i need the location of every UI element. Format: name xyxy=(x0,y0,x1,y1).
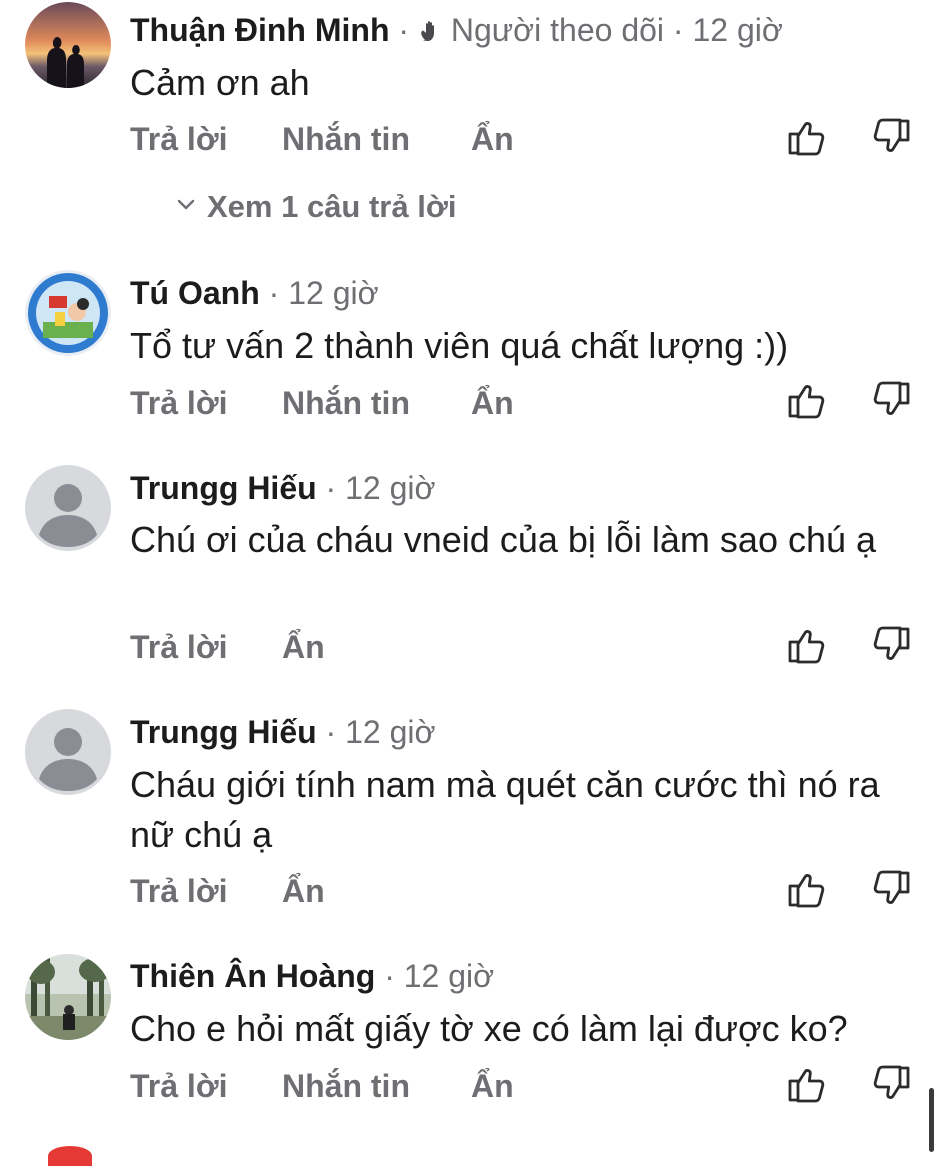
avatar[interactable] xyxy=(25,465,111,551)
wave-hand-icon xyxy=(421,21,434,41)
comment-time: · 12 giờ xyxy=(325,714,436,750)
reply-button[interactable]: Trả lời xyxy=(130,119,227,159)
message-button[interactable]: Nhắn tin xyxy=(282,383,410,423)
comment-time: · 12 giờ xyxy=(384,958,495,994)
hide-button[interactable]: Ẩn xyxy=(282,627,325,667)
comment-text: Chú ơi của cháu vneid của bị lỗi làm sao… xyxy=(130,519,877,560)
avatar[interactable] xyxy=(25,954,111,1040)
comment-time: · 12 giờ xyxy=(672,12,783,48)
thumbs-down-icon[interactable] xyxy=(872,1064,912,1104)
hide-button[interactable]: Ẩn xyxy=(471,1066,514,1106)
scrollbar[interactable] xyxy=(929,1088,934,1152)
thumbs-up-icon[interactable] xyxy=(786,869,826,909)
comment-time: · 12 giờ xyxy=(325,470,436,506)
avatar[interactable] xyxy=(25,709,111,795)
chevron-down-icon xyxy=(177,199,195,210)
reply-button[interactable]: Trả lời xyxy=(130,627,227,667)
thumbs-down-icon[interactable] xyxy=(872,380,912,420)
follower-badge: Người theo dõi xyxy=(450,12,665,48)
thumbs-down-icon[interactable] xyxy=(872,869,912,909)
view-replies-button[interactable]: Xem 1 câu trả lời xyxy=(175,187,456,227)
thumbs-up-icon[interactable] xyxy=(786,625,826,665)
comment-text: Cháu giới tính nam mà quét căn cước thì … xyxy=(130,764,880,855)
author-name[interactable]: Trungg Hiếu xyxy=(130,714,317,750)
author-name[interactable]: Tú Oanh xyxy=(130,275,260,311)
author-name[interactable]: Thiên Ân Hoàng xyxy=(130,958,375,994)
author-name[interactable]: Thuận Đinh Minh xyxy=(130,12,390,48)
reply-button[interactable]: Trả lời xyxy=(130,1066,227,1106)
hide-button[interactable]: Ẩn xyxy=(471,383,514,423)
hide-button[interactable]: Ẩn xyxy=(471,119,514,159)
reply-button[interactable]: Trả lời xyxy=(130,871,227,911)
thumbs-down-icon[interactable] xyxy=(872,117,912,157)
thumbs-up-icon[interactable] xyxy=(786,1064,826,1104)
comment-text: Cho e hỏi mất giấy tờ xe có làm lại được… xyxy=(130,1008,848,1049)
comment-time: · 12 giờ xyxy=(268,275,379,311)
message-button[interactable]: Nhắn tin xyxy=(282,1066,410,1106)
message-button[interactable]: Nhắn tin xyxy=(282,119,410,159)
thumbs-down-icon[interactable] xyxy=(872,625,912,665)
thumbs-up-icon[interactable] xyxy=(786,117,826,157)
avatar[interactable] xyxy=(25,270,111,356)
avatar[interactable] xyxy=(48,1146,92,1166)
meta-separator: · xyxy=(398,12,418,48)
comment-text: Tổ tư vấn 2 thành viên quá chất lượng :)… xyxy=(130,325,789,366)
thumbs-up-icon[interactable] xyxy=(786,380,826,420)
view-replies-label: Xem 1 câu trả lời xyxy=(207,189,457,224)
hide-button[interactable]: Ẩn xyxy=(282,871,325,911)
comment-text: Cảm ơn ah xyxy=(130,62,310,103)
author-name[interactable]: Trungg Hiếu xyxy=(130,470,317,506)
reply-button[interactable]: Trả lời xyxy=(130,383,227,423)
avatar[interactable] xyxy=(25,2,111,88)
